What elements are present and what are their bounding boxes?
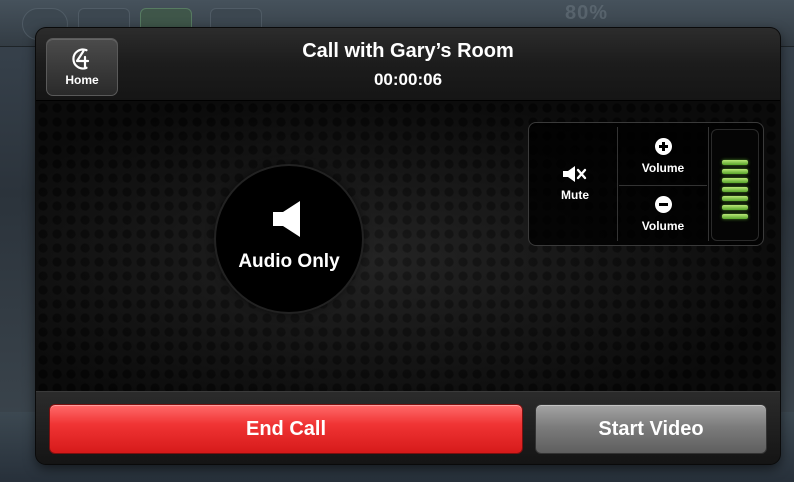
mute-label: Mute [561, 188, 589, 202]
audio-only-label: Audio Only [238, 251, 340, 272]
touch-panel-screen: 80% Home Call with Gary’s Room 00:00:06 … [0, 0, 794, 482]
call-title: Call with Gary’s Room [302, 40, 514, 62]
volume-level-segment [722, 169, 748, 174]
volume-level-segment [722, 178, 748, 183]
start-video-button[interactable]: Start Video [535, 404, 767, 454]
volume-level-meter [711, 129, 759, 241]
call-dialog: Home Call with Gary’s Room 00:00:06 Audi… [36, 28, 780, 464]
volume-level-segment [722, 187, 748, 192]
volume-panel: Mute Volume Volume [528, 122, 764, 246]
volume-down-button[interactable]: Volume [619, 185, 707, 243]
volume-up-label: Volume [641, 160, 685, 175]
plus-icon [654, 137, 672, 155]
call-action-bar: End Call Start Video [36, 391, 780, 464]
mute-icon [563, 166, 587, 182]
end-call-button[interactable]: End Call [49, 404, 523, 454]
background-status-percent: 80% [565, 2, 609, 24]
call-header: Home Call with Gary’s Room 00:00:06 [36, 28, 780, 101]
call-timer: 00:00:06 [373, 70, 443, 89]
speaker-icon [273, 201, 300, 237]
panel-divider [617, 127, 618, 241]
mute-button[interactable]: Mute [533, 127, 617, 241]
volume-level-segment [722, 205, 748, 210]
audio-only-indicator: Audio Only [216, 166, 362, 312]
volume-level-segment [722, 214, 748, 219]
volume-level-segment [722, 160, 748, 165]
volume-level-segment [722, 196, 748, 201]
minus-icon [654, 195, 672, 213]
volume-up-button[interactable]: Volume [619, 127, 707, 186]
panel-divider [708, 127, 709, 241]
volume-down-label: Volume [641, 218, 685, 233]
